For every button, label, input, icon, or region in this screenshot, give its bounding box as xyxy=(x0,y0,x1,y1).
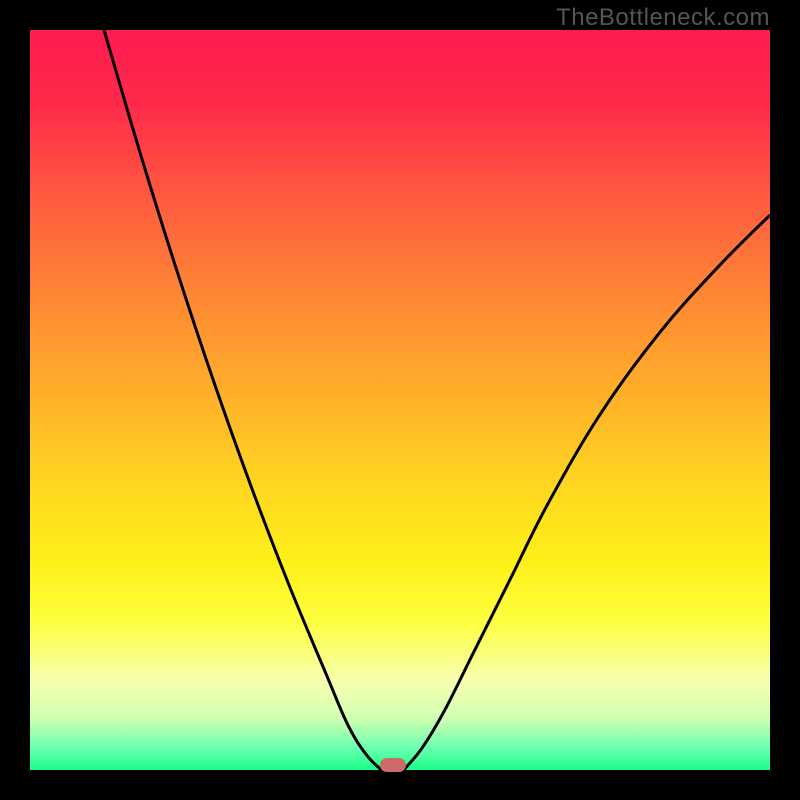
curve-left-branch xyxy=(104,30,382,770)
curve-right-branch xyxy=(404,215,770,770)
bottleneck-curve xyxy=(30,30,770,770)
chart-container: TheBottleneck.com xyxy=(0,0,800,800)
plot-area xyxy=(30,30,770,770)
watermark-text: TheBottleneck.com xyxy=(556,4,770,32)
optimum-marker xyxy=(380,758,406,772)
